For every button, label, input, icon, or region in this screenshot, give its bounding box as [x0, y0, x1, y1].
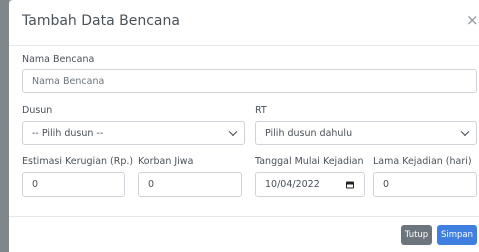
korban-jiwa-value: 0: [148, 179, 155, 190]
nama-bencana-input[interactable]: Nama Bencana: [22, 69, 477, 93]
dusun-label: Dusun: [22, 105, 53, 116]
modal-title: Tambah Data Bencana: [22, 13, 180, 29]
save-button[interactable]: Simpan: [437, 225, 477, 245]
add-disaster-modal: Tambah Data Bencana × Nama Bencana Nama …: [9, 0, 479, 252]
calendar-icon[interactable]: [346, 181, 354, 188]
nama-bencana-placeholder: Nama Bencana: [32, 75, 105, 87]
close-button[interactable]: Tutup: [401, 225, 432, 245]
close-icon[interactable]: ×: [466, 13, 479, 28]
rt-label: RT: [255, 105, 267, 116]
tanggal-mulai-input[interactable]: 10/04/2022: [255, 172, 365, 197]
rt-selected-value: Pilih dusun dahulu: [265, 127, 353, 139]
modal-header: Tambah Data Bencana ×: [9, 0, 479, 46]
nama-bencana-label: Nama Bencana: [22, 54, 95, 65]
dusun-select[interactable]: -- Pilih dusun --: [22, 121, 245, 145]
rt-select[interactable]: Pilih dusun dahulu: [255, 121, 477, 145]
lama-kejadian-value: 0: [383, 179, 390, 190]
tanggal-mulai-label: Tanggal Mulai Kejadian: [255, 156, 364, 167]
estimasi-kerugian-label: Estimasi Kerugian (Rp.): [22, 156, 134, 167]
estimasi-kerugian-value: 0: [32, 179, 39, 190]
lama-kejadian-label: Lama Kejadian (hari): [373, 156, 472, 167]
chevron-down-icon: [228, 127, 238, 137]
tanggal-mulai-value: 10/04/2022: [265, 179, 320, 190]
korban-jiwa-label: Korban Jiwa: [138, 156, 194, 167]
chevron-down-icon: [460, 127, 470, 137]
estimasi-kerugian-input[interactable]: 0: [22, 172, 125, 197]
korban-jiwa-input[interactable]: 0: [138, 172, 242, 197]
modal-backdrop: [0, 0, 9, 252]
lama-kejadian-input[interactable]: 0: [373, 172, 477, 197]
dusun-selected-value: -- Pilih dusun --: [32, 127, 104, 139]
